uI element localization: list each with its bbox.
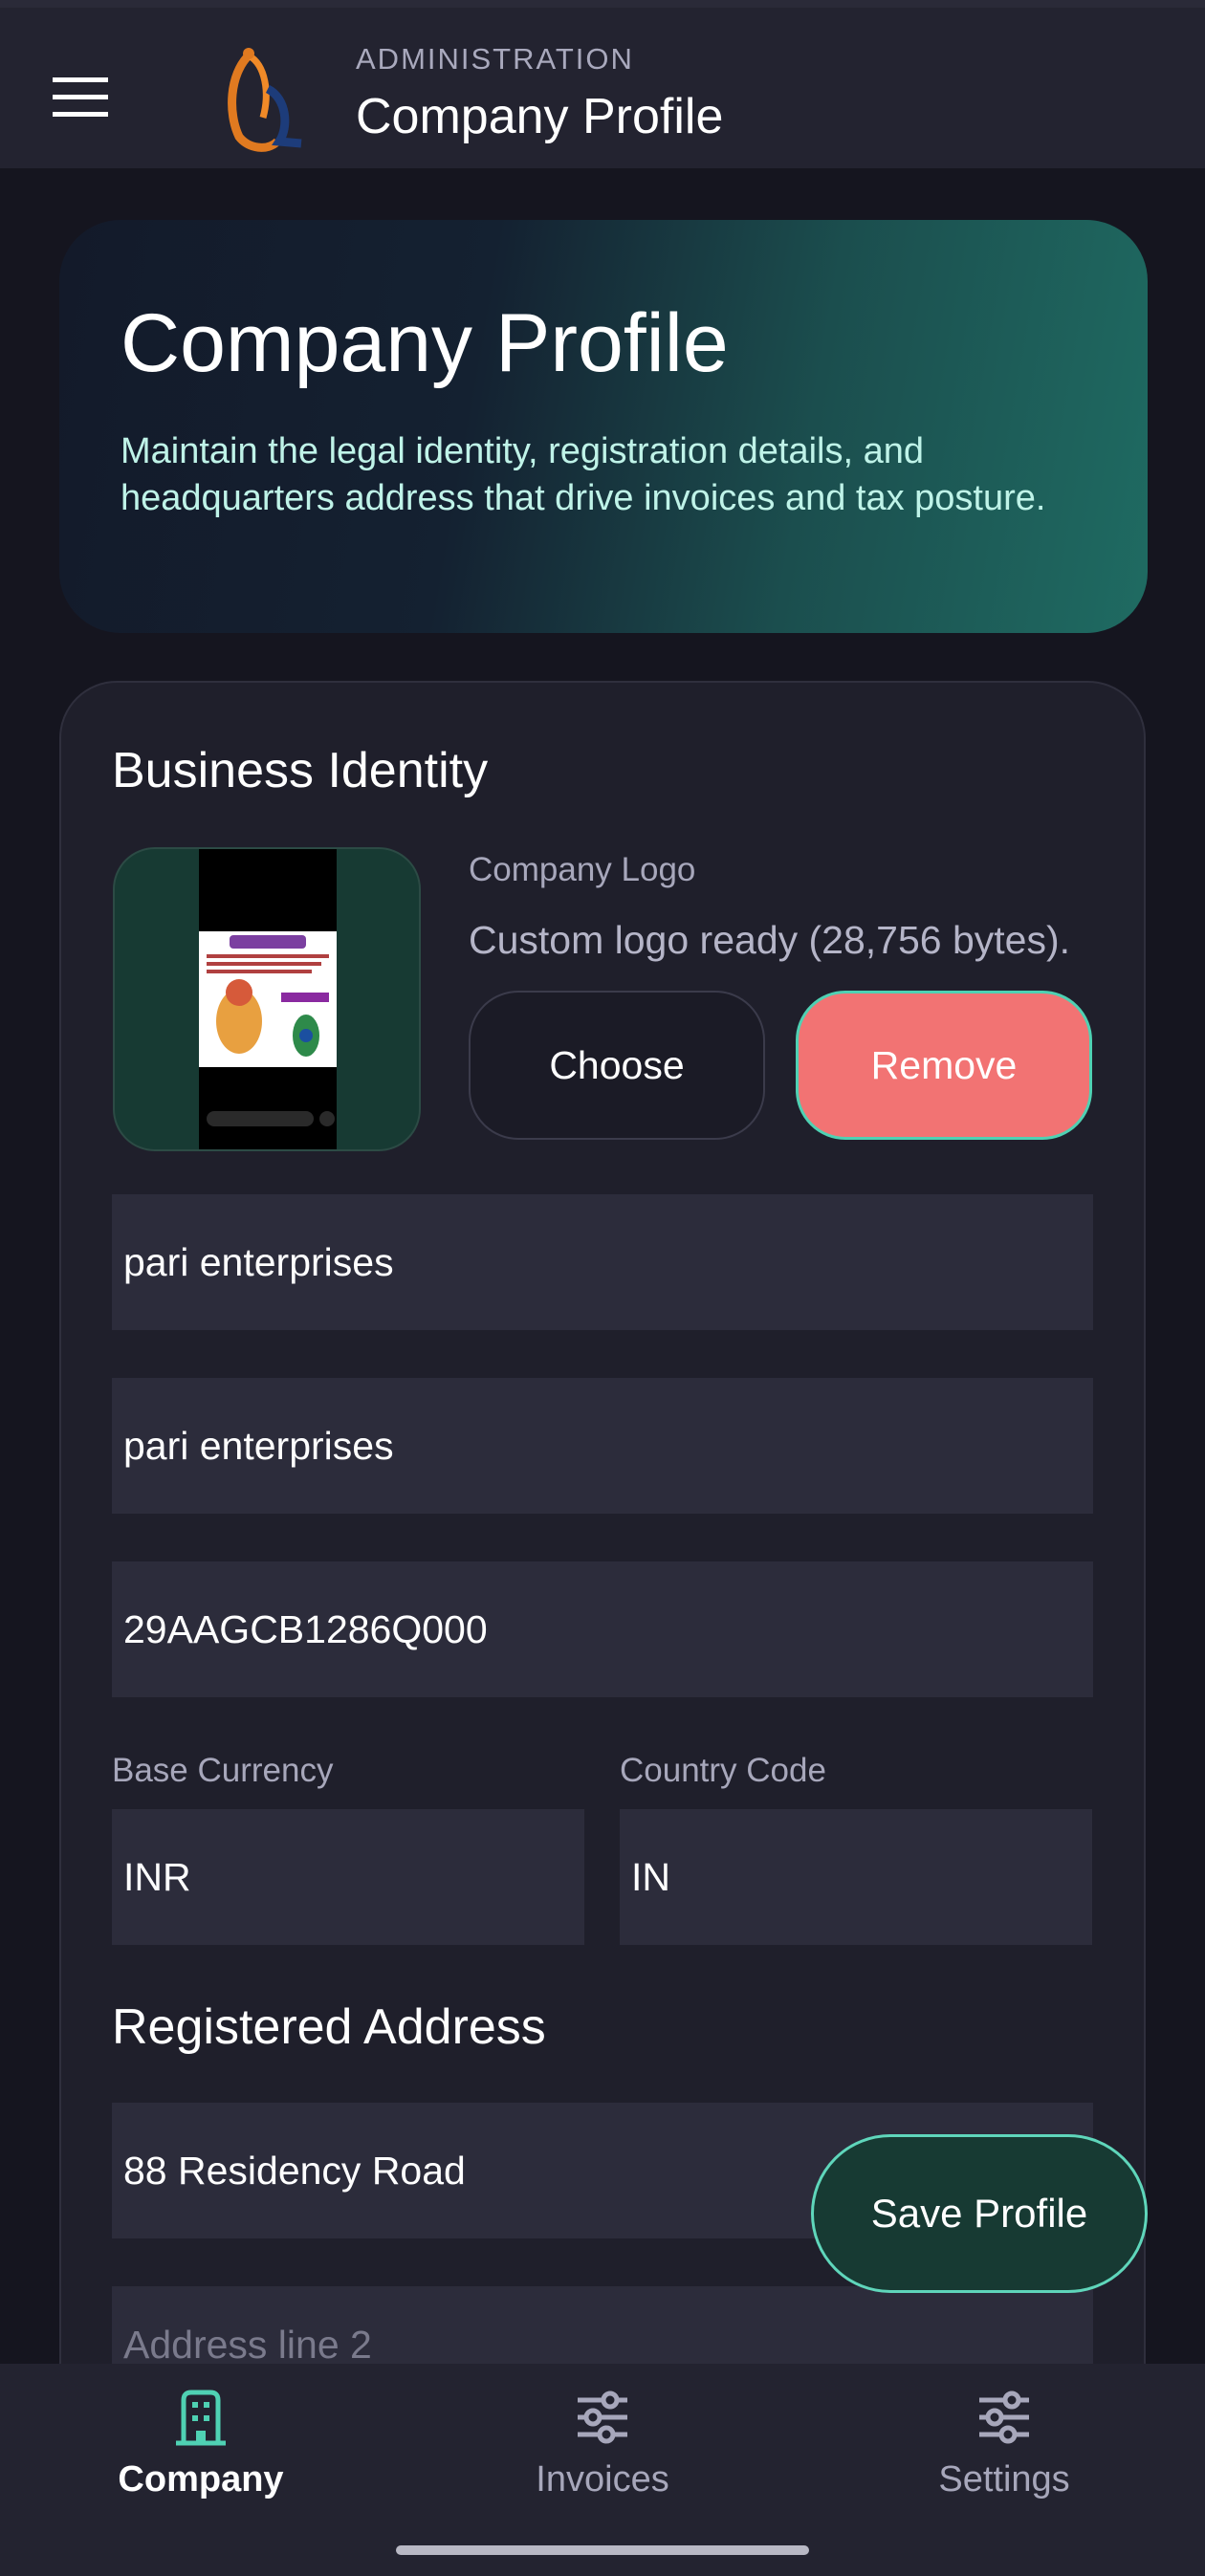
app-bar-title: Company Profile [356,89,724,144]
business-identity-title: Business Identity [112,743,489,798]
address-line2-field[interactable]: Address line 2 [112,2286,1093,2367]
building-icon [176,2390,226,2446]
status-bar [0,0,1205,8]
app-bar-overline: ADMINISTRATION [356,42,634,76]
country-code-field[interactable]: IN [620,1809,1092,1945]
conch-shell-logo-icon [228,48,302,152]
legal-name-field[interactable]: pari enterprises [112,1194,1093,1330]
registered-address-title: Registered Address [112,1999,546,2055]
choose-logo-button[interactable]: Choose [469,991,765,1140]
nav-item-settings[interactable]: Settings [803,2364,1205,2545]
hamburger-menu-icon [53,77,108,117]
hero-banner: Company Profile Maintain the legal ident… [59,220,1148,633]
nav-label-invoices: Invoices [536,2459,669,2500]
display-name-field[interactable]: pari enterprises [112,1378,1093,1514]
home-indicator[interactable] [396,2545,809,2555]
page-description: Maintain the legal identity, registratio… [120,431,1046,518]
base-currency-field[interactable]: INR [112,1809,584,1945]
base-currency-label: Base Currency [112,1752,334,1789]
nav-item-company[interactable]: Company [0,2364,402,2545]
country-code-label: Country Code [620,1752,826,1789]
page-title: Company Profile [120,297,729,389]
nav-item-invoices[interactable]: Invoices [402,2364,803,2545]
sliders-icon [979,2390,1029,2444]
remove-logo-button[interactable]: Remove [796,991,1092,1140]
nav-label-company: Company [118,2459,284,2500]
company-logo-label: Company Logo [469,851,696,888]
app-bar: ADMINISTRATION Company Profile [0,8,1205,168]
sliders-icon [578,2390,627,2444]
logo-preview-image [199,849,337,1149]
company-logo-preview[interactable] [113,847,421,1151]
nav-label-settings: Settings [938,2459,1070,2500]
save-profile-button[interactable]: Save Profile [811,2134,1148,2293]
bottom-navigation: Company Invoices Settings [0,2364,1205,2576]
tax-id-field[interactable]: 29AAGCB1286Q000 [112,1561,1093,1697]
company-logo-status: Custom logo ready (28,756 bytes). [469,918,1070,962]
address-line2-placeholder: Address line 2 [123,2323,372,2367]
menu-button[interactable] [38,55,122,140]
app-logo [210,36,316,161]
